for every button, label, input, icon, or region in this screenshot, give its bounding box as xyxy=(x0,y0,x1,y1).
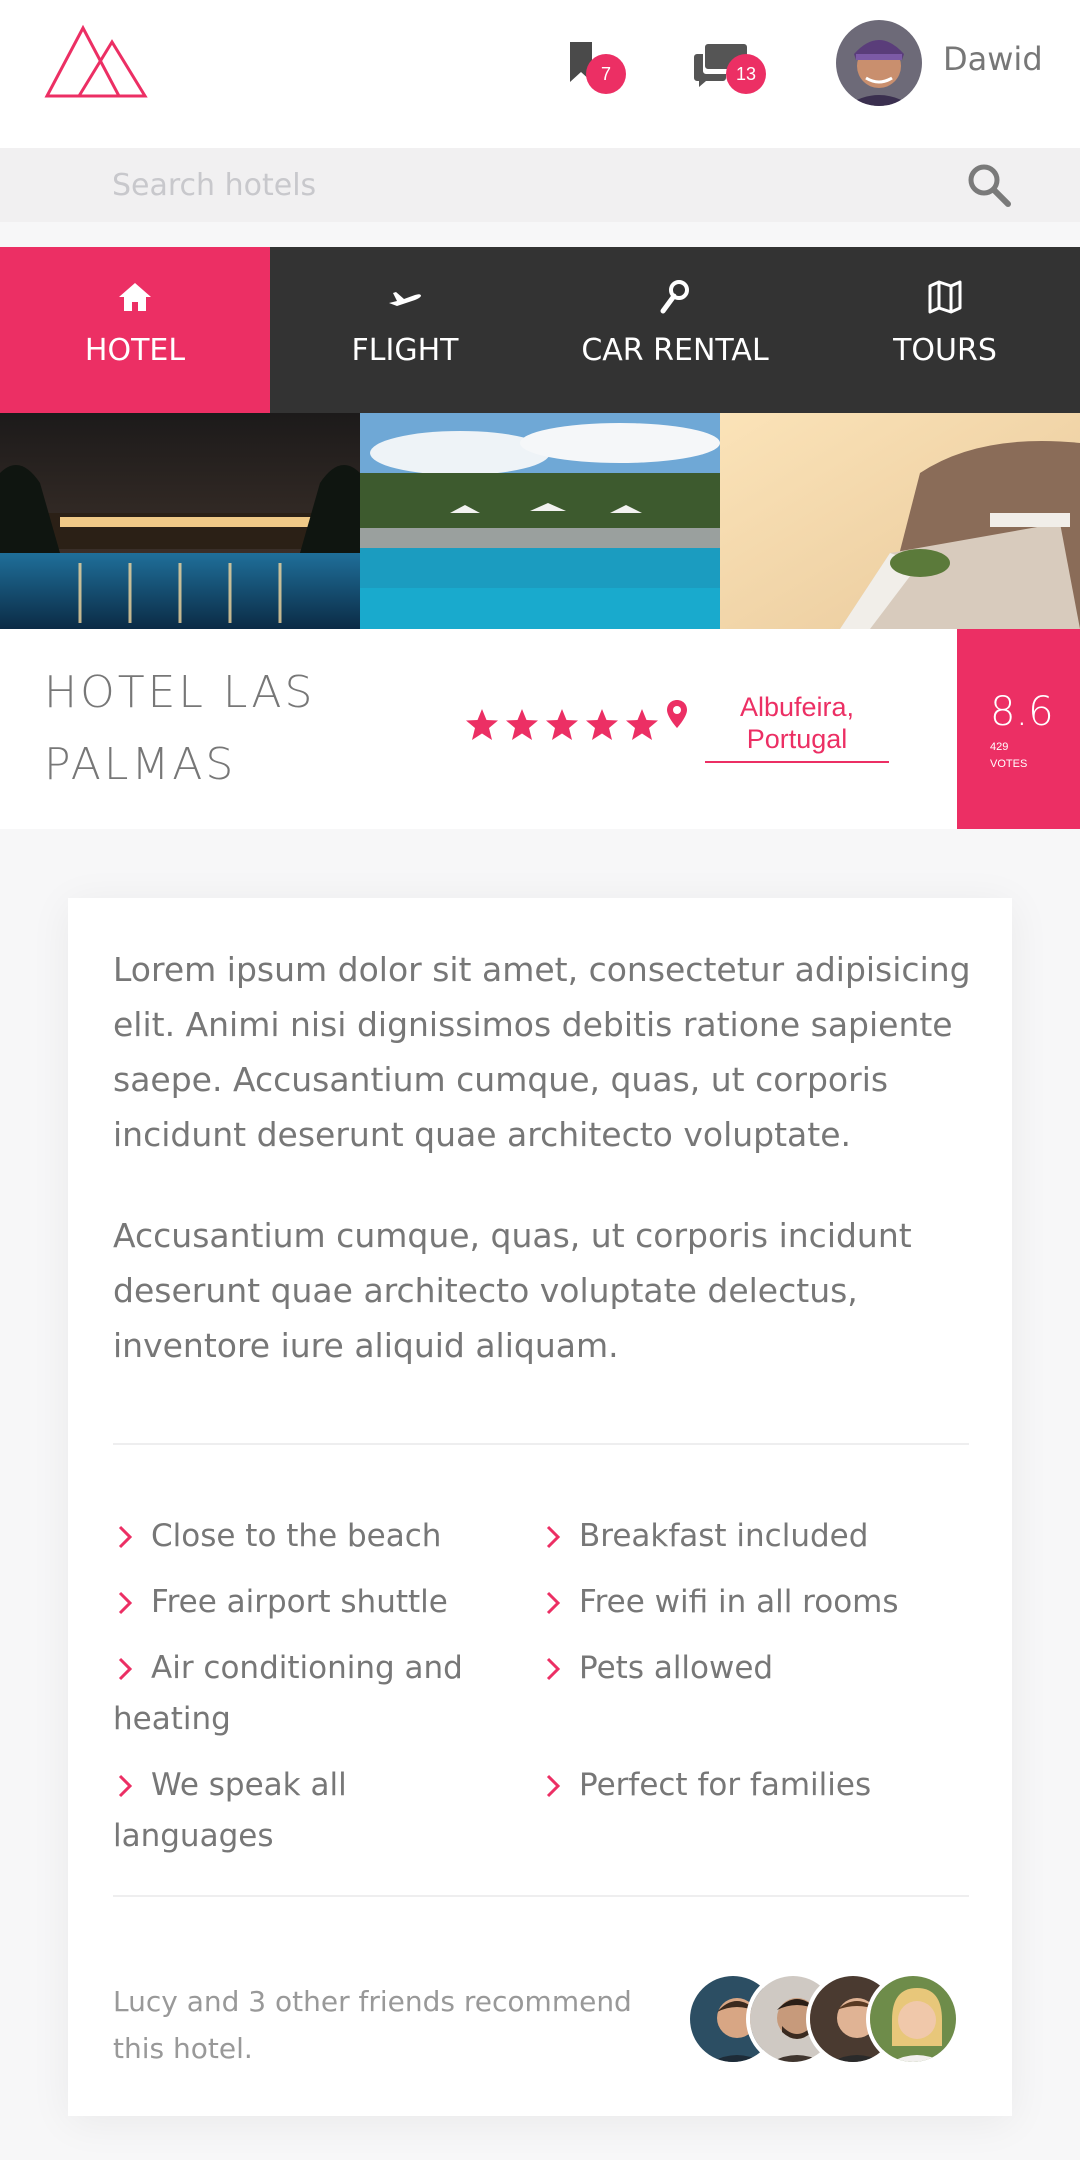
tab-tours[interactable]: TOURS xyxy=(810,247,1080,413)
feature-label: Free wifi in all rooms xyxy=(579,1584,899,1620)
hotel-details-card: Lorem ipsum dolor sit amet, consectetur … xyxy=(68,898,1012,2116)
votes-label: VOTES xyxy=(990,758,1028,770)
tab-flight[interactable]: FLIGHT xyxy=(270,247,540,413)
user-name[interactable]: Dawid xyxy=(943,40,1043,78)
bookmarks-button[interactable]: 7 xyxy=(560,34,632,98)
chevron-right-icon xyxy=(546,1774,561,1798)
photo-gallery xyxy=(0,413,1080,629)
app-header: 7 13 Dawid xyxy=(0,0,1080,148)
description-paragraph-2: Accusantium cumque, quas, ut corporis in… xyxy=(113,1216,912,1365)
divider xyxy=(113,1895,969,1897)
feature-label: Air conditioning and heating xyxy=(113,1650,463,1737)
tab-label: HOTEL xyxy=(84,333,186,368)
tab-hotel[interactable]: HOTEL xyxy=(0,247,270,413)
feature-label: Free airport shuttle xyxy=(151,1584,448,1620)
gallery-photo-night-pool[interactable] xyxy=(0,413,360,629)
star-icon xyxy=(546,709,578,740)
feature-label: Breakfast included xyxy=(579,1518,869,1554)
feature-label: We speak all languages xyxy=(113,1767,347,1854)
feature-label: Close to the beach xyxy=(151,1518,442,1554)
star-rating xyxy=(464,707,664,747)
feature-label: Pets allowed xyxy=(579,1650,774,1686)
chevron-right-icon xyxy=(546,1657,561,1681)
hotel-name: HOTEL LAS PALMAS xyxy=(44,667,316,790)
star-icon xyxy=(466,709,498,740)
home-icon xyxy=(119,283,151,311)
star-icon xyxy=(626,709,658,740)
friends-avatars xyxy=(686,1972,966,2066)
feature-item: We speak all languages xyxy=(113,1760,513,1862)
user-avatar[interactable] xyxy=(836,20,922,106)
tab-label: TOURS xyxy=(893,333,997,368)
plane-icon xyxy=(389,292,421,306)
messages-button[interactable]: 13 xyxy=(694,34,766,98)
star-icon xyxy=(586,709,618,740)
friend-avatar[interactable] xyxy=(866,1972,960,2066)
votes-count: 429 xyxy=(990,741,1009,753)
tab-car-rental[interactable]: CAR RENTAL xyxy=(540,247,810,413)
score-box: 8.6 429 VOTES xyxy=(957,629,1080,829)
feature-item: Free wifi in all rooms xyxy=(541,1577,941,1628)
map-icon xyxy=(928,280,962,314)
tab-label: FLIGHT xyxy=(351,333,459,368)
key-icon xyxy=(660,280,689,314)
feature-item: Perfect for families xyxy=(541,1760,941,1811)
feature-label: Perfect for families xyxy=(579,1767,872,1803)
votes-info: 429 VOTES xyxy=(990,739,1027,773)
feature-item: Breakfast included xyxy=(541,1511,941,1562)
chevron-right-icon xyxy=(546,1525,561,1549)
hotel-title-bar: HOTEL LAS PALMAS Albufeira, Portugal 8.6… xyxy=(0,629,1080,829)
location-pin-icon xyxy=(667,700,687,728)
description-paragraph-1: Lorem ipsum dolor sit amet, consectetur … xyxy=(113,950,971,1154)
divider xyxy=(113,1443,969,1445)
chevron-right-icon xyxy=(118,1525,133,1549)
chevron-right-icon xyxy=(118,1657,133,1681)
star-icon xyxy=(506,709,538,740)
feature-item: Air conditioning and heating xyxy=(113,1643,473,1745)
bookmarks-badge: 7 xyxy=(586,54,626,94)
messages-badge: 13 xyxy=(726,54,766,94)
mountain-logo-icon[interactable] xyxy=(44,24,150,100)
search-input[interactable] xyxy=(112,148,932,222)
chevron-right-icon xyxy=(118,1774,133,1798)
chevron-right-icon xyxy=(118,1591,133,1615)
search-bar xyxy=(0,148,1080,222)
score-value: 8.6 xyxy=(990,689,1054,735)
location-link[interactable]: Albufeira, Portugal xyxy=(705,691,889,763)
gallery-photo-terrace[interactable] xyxy=(720,413,1080,629)
feature-item: Close to the beach xyxy=(113,1511,513,1562)
friends-recommend-text: Lucy and 3 other friends recommend this … xyxy=(113,1985,632,2065)
tab-label: CAR RENTAL xyxy=(581,333,769,368)
feature-item: Free airport shuttle xyxy=(113,1577,513,1628)
category-tabs: HOTEL FLIGHT CAR RENTAL TOURS xyxy=(0,247,1080,413)
gallery-photo-pool-day[interactable] xyxy=(360,413,720,629)
feature-item: Pets allowed xyxy=(541,1643,941,1694)
search-icon[interactable] xyxy=(966,162,1012,208)
chevron-right-icon xyxy=(546,1591,561,1615)
